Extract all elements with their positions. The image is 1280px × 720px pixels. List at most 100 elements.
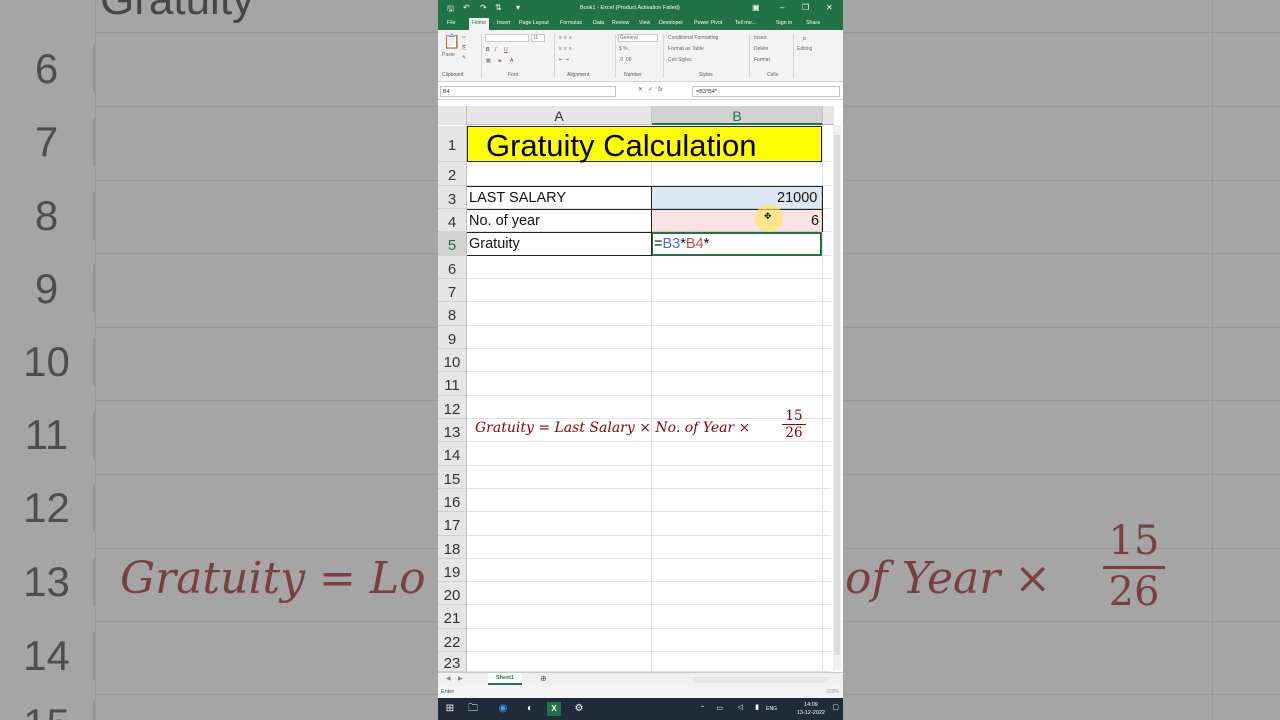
tab-data[interactable]: Data	[593, 20, 604, 26]
sheet-tab[interactable]: Sheet1	[488, 673, 523, 685]
row-header[interactable]: 11	[438, 372, 467, 396]
tab-formulas[interactable]: Formulas	[560, 20, 582, 26]
fill-color-icon[interactable]: ◈	[498, 58, 502, 64]
find-icon[interactable]: ⌕	[802, 33, 807, 44]
row-header[interactable]: 23	[438, 652, 467, 672]
zoom-level[interactable]: 220%	[826, 689, 839, 695]
excel-taskbar-icon[interactable]: X	[547, 702, 561, 716]
cell-a3[interactable]: LAST SALARY	[469, 190, 566, 206]
tab-insert[interactable]: Insert	[497, 20, 510, 26]
share-button[interactable]: Share	[806, 20, 820, 26]
sheet-nav-next-icon[interactable]: ▶	[458, 675, 463, 682]
row-header[interactable]: 12	[438, 396, 467, 419]
row-header[interactable]: 15	[438, 466, 467, 489]
add-sheet-icon[interactable]: ⊕	[540, 674, 547, 683]
row-header[interactable]: 4	[438, 209, 467, 232]
cell-a4[interactable]: No. of year	[469, 213, 540, 229]
cell-a5[interactable]: Gratuity	[469, 236, 520, 252]
title-cell[interactable]: Gratuity Calculation	[467, 126, 822, 163]
row-header[interactable]: 8	[438, 302, 467, 326]
camtasia-icon[interactable]: ◐	[523, 702, 537, 716]
bold-icon[interactable]: B	[486, 47, 490, 53]
row-header[interactable]: 9	[438, 326, 467, 349]
network-icon[interactable]: ▭	[716, 704, 723, 712]
borders-icon[interactable]: ▦	[486, 58, 491, 64]
delete-cells-button[interactable]: Delete	[754, 46, 768, 52]
redo-icon[interactable]: ↷	[480, 3, 487, 12]
sort-icon[interactable]: ⇅	[495, 3, 502, 12]
row-header[interactable]: 21	[438, 605, 467, 629]
number-format-box[interactable]: General	[618, 34, 658, 42]
windows-start-icon[interactable]: ⊞	[443, 702, 457, 716]
sign-in-link[interactable]: Sign in	[776, 20, 792, 26]
settings-gear-icon[interactable]: ⚙	[572, 702, 586, 716]
tray-chevron-icon[interactable]: ⌃	[700, 705, 705, 712]
close-icon[interactable]: ✕	[826, 3, 833, 12]
paste-icon[interactable]: 📋	[443, 33, 460, 50]
italic-icon[interactable]: I	[495, 47, 496, 53]
tab-file[interactable]: File	[447, 20, 456, 26]
notifications-icon[interactable]: ▢	[832, 703, 839, 711]
row-header[interactable]: 3	[438, 186, 467, 209]
cut-icon[interactable]: ✂	[462, 35, 466, 41]
tell-me-search[interactable]: Tell me...	[735, 20, 756, 26]
minimize-icon[interactable]: –	[780, 3, 784, 12]
format-as-table-button[interactable]: Format as Table	[668, 46, 704, 52]
row-header[interactable]: 13	[438, 419, 467, 442]
tab-home[interactable]: Home	[469, 18, 490, 30]
edge-icon[interactable]: ◉	[496, 702, 510, 716]
row-header[interactable]: 2	[438, 162, 467, 186]
tab-developer[interactable]: Developer	[659, 20, 683, 26]
scrollbar-thumb[interactable]	[834, 135, 840, 655]
format-cells-button[interactable]: Format	[754, 57, 770, 63]
indent-icon[interactable]: ⇤ ⇥	[559, 57, 569, 63]
vertical-scrollbar[interactable]	[833, 125, 841, 670]
cell-styles-button[interactable]: Cell Styles	[668, 57, 692, 63]
select-all-corner[interactable]	[438, 106, 467, 125]
copy-icon[interactable]: ⎘	[462, 45, 466, 51]
insert-function-icon[interactable]: fx	[658, 87, 663, 93]
row-header[interactable]: 7	[438, 279, 467, 302]
tab-power-pivot[interactable]: Power Pivot	[694, 20, 722, 26]
column-header-a[interactable]: A	[467, 106, 652, 125]
ribbon-display-icon[interactable]: ▣	[752, 3, 760, 12]
restore-icon[interactable]: ❐	[802, 3, 809, 12]
undo-icon[interactable]: ↶	[463, 3, 470, 12]
align-top-icon[interactable]: ≡≡≡	[559, 35, 574, 41]
font-size-box[interactable]: 11	[531, 34, 545, 42]
tab-page-layout[interactable]: Page Layout	[519, 20, 549, 26]
row-header[interactable]: 6	[438, 256, 467, 279]
column-header-b[interactable]: B	[652, 106, 823, 125]
row-header[interactable]: 22	[438, 629, 467, 652]
row-header[interactable]: 1	[438, 126, 467, 162]
row-header[interactable]: 17	[438, 512, 467, 536]
row-header[interactable]: 10	[438, 349, 467, 372]
row-header[interactable]: 20	[438, 582, 467, 605]
font-color-icon[interactable]: A	[510, 58, 513, 64]
conditional-formatting-button[interactable]: Conditional Formatting	[668, 35, 718, 41]
align-left-icon[interactable]: ≡≡≡	[559, 46, 574, 52]
file-explorer-icon[interactable]: 🗀	[466, 702, 480, 716]
editing-button[interactable]: Editing	[797, 46, 812, 52]
formula-input[interactable]: =B3*B4*	[692, 86, 840, 97]
enter-icon[interactable]: ✓	[648, 87, 653, 93]
language-indicator[interactable]: ENG	[766, 706, 777, 712]
row-header[interactable]: 16	[438, 489, 467, 512]
horizontal-scrollbar[interactable]	[693, 677, 828, 683]
tab-view[interactable]: View	[639, 20, 650, 26]
format-painter-icon[interactable]: ✎	[462, 55, 466, 61]
battery-icon[interactable]: ▮	[755, 703, 759, 711]
name-box[interactable]: B4	[440, 86, 616, 97]
insert-cells-button[interactable]: Insert	[754, 35, 767, 41]
volume-icon[interactable]: ◁	[738, 703, 743, 711]
sheet-nav-prev-icon[interactable]: ◀	[446, 675, 451, 682]
paste-button[interactable]: Paste	[442, 52, 455, 58]
underline-icon[interactable]: U	[504, 47, 508, 53]
cancel-icon[interactable]: ✕	[638, 87, 643, 93]
font-name-box[interactable]	[485, 34, 529, 42]
row-header[interactable]: 5	[438, 232, 467, 256]
cell-b4[interactable]	[651, 209, 822, 232]
save-icon[interactable]: 🖫	[447, 3, 454, 17]
row-header[interactable]: 18	[438, 536, 467, 559]
customize-toolbar-icon[interactable]: ▾	[516, 3, 520, 12]
